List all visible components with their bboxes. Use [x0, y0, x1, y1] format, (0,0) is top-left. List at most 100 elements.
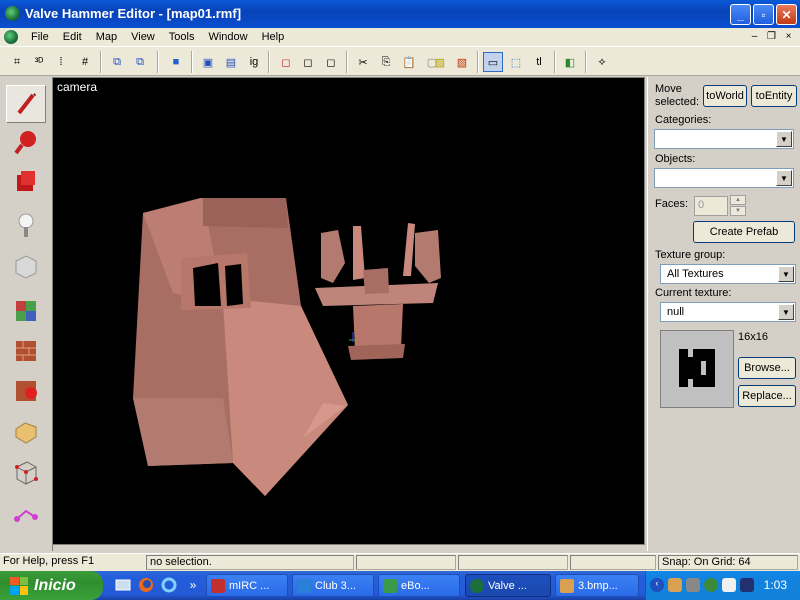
block-tool-icon[interactable] [6, 247, 46, 285]
magnify-tool-icon[interactable] [6, 123, 46, 161]
select-box-icon[interactable]: ▭ [483, 52, 503, 72]
hammer-icon [470, 578, 484, 593]
vertex-tool-icon[interactable] [6, 453, 46, 491]
path-tool-icon[interactable] [6, 495, 46, 533]
minimize-button[interactable]: _ [730, 4, 751, 25]
system-tray: ‹ 1:03 [645, 571, 800, 600]
tray-shield-icon[interactable] [740, 578, 754, 592]
clip-tool-icon[interactable] [6, 413, 46, 451]
document-icon[interactable] [4, 30, 18, 44]
task-label: eBo... [401, 579, 430, 592]
replace-button[interactable]: Replace... [738, 385, 796, 407]
tray-messenger-icon[interactable] [722, 578, 736, 592]
status-pane-5 [570, 555, 656, 570]
close-button[interactable]: ✕ [776, 4, 797, 25]
start-button[interactable]: Inicio [0, 571, 103, 600]
wire-cube-icon[interactable]: ◻ [298, 52, 318, 72]
taskbar: Inicio » mIRC ... Club 3... eBo... Valve… [0, 571, 800, 600]
faces-field[interactable]: 0 [694, 196, 728, 216]
maximize-button[interactable]: ▫ [753, 4, 774, 25]
camera-tool-icon[interactable] [6, 163, 46, 201]
task-club3[interactable]: Club 3... [292, 574, 374, 597]
mdi-minimize-button[interactable]: – [747, 29, 762, 43]
grid-plus-icon[interactable]: # [75, 52, 95, 72]
tray-app-icon[interactable] [668, 578, 682, 592]
entity-tool-icon[interactable] [6, 207, 46, 245]
grid-icon[interactable]: ⌗ [7, 52, 27, 72]
task-label: Valve ... [488, 579, 527, 592]
objects-select[interactable]: ▼ [654, 168, 794, 188]
3d-grid-icon[interactable]: ³ᴰ [29, 52, 49, 72]
hammer-app-icon[interactable] [5, 6, 20, 21]
task-bmp[interactable]: 3.bmp... [555, 574, 639, 597]
texture-lock-icon[interactable]: ▨ [430, 52, 450, 72]
current-texture-select[interactable]: null ▼ [660, 302, 796, 322]
app-icon [383, 578, 397, 593]
menu-edit[interactable]: Edit [56, 31, 89, 43]
spin-down-icon[interactable]: ▼ [730, 206, 746, 216]
menu-file[interactable]: File [24, 31, 56, 43]
sheep-icon[interactable]: ⟡ [592, 52, 612, 72]
texture-unlock-icon[interactable]: ▧ [452, 52, 472, 72]
menu-help[interactable]: Help [255, 31, 292, 43]
menu-view[interactable]: View [124, 31, 162, 43]
group-icon[interactable]: ⧉ [107, 52, 127, 72]
ig-icon[interactable]: ig [244, 52, 264, 72]
chevron-down-icon[interactable]: ▼ [778, 266, 794, 282]
null-texture-image [679, 349, 715, 387]
status-snap: Snap: On Grid: 64 [658, 555, 798, 570]
task-ebo[interactable]: eBo... [378, 574, 460, 597]
chevron-down-icon[interactable]: ▼ [776, 170, 792, 186]
chevron-down-icon[interactable]: ▼ [776, 131, 792, 147]
chevron-down-icon[interactable]: ▼ [778, 304, 794, 320]
internet-explorer-icon[interactable] [160, 576, 178, 594]
mdi-restore-button[interactable]: ❐ [764, 29, 779, 43]
tray-antivirus-icon[interactable] [704, 578, 718, 592]
red-cube-icon[interactable]: ◻ [276, 52, 296, 72]
decal-tool-icon[interactable] [6, 371, 46, 409]
status-bar: For Help, press F1 no selection. Snap: O… [0, 553, 800, 572]
clock[interactable]: 1:03 [764, 578, 787, 592]
carve-icon[interactable]: ◧ [560, 52, 580, 72]
camera-viewport[interactable]: camera [52, 77, 645, 545]
texture-group-select[interactable]: All Textures ▼ [660, 264, 796, 284]
task-valve-hammer[interactable]: Valve ... [465, 574, 551, 597]
wire-cube2-icon[interactable]: ◻ [321, 52, 341, 72]
object-panel: Move selected: toWorld toEntity Categori… [647, 77, 800, 551]
select-dashed-icon[interactable]: ⬚ [506, 52, 526, 72]
texture-tool-icon[interactable] [6, 291, 46, 329]
hide-icon[interactable]: ▣ [198, 52, 218, 72]
copy-icon[interactable]: ⎘ [376, 52, 396, 72]
firefox-icon[interactable] [137, 576, 155, 594]
task-label: Club 3... [315, 579, 356, 592]
menu-tools[interactable]: Tools [162, 31, 202, 43]
blue-cube-icon[interactable]: ■ [166, 52, 186, 72]
categories-select[interactable]: ▼ [654, 129, 794, 149]
to-world-button[interactable]: toWorld [703, 85, 747, 107]
task-label: 3.bmp... [578, 579, 618, 592]
3d-scene [133, 198, 441, 496]
menu-map[interactable]: Map [89, 31, 124, 43]
objects-label: Objects: [655, 153, 696, 165]
show-desktop-icon[interactable] [114, 576, 132, 594]
tray-expand-icon[interactable]: ‹ [650, 578, 664, 592]
task-mirc[interactable]: mIRC ... [206, 574, 288, 597]
mdi-close-button[interactable]: × [781, 29, 796, 43]
menu-window[interactable]: Window [201, 31, 254, 43]
dot-grid-icon[interactable]: ⁞ [51, 52, 71, 72]
cut-icon[interactable]: ✂ [353, 52, 373, 72]
create-prefab-button[interactable]: Create Prefab [693, 221, 795, 243]
paste-icon[interactable]: 📋 [399, 52, 419, 72]
tl-icon[interactable]: tl [529, 52, 549, 72]
ungroup-icon[interactable]: ⧉ [130, 52, 150, 72]
quicklaunch-more-icon[interactable]: » [184, 576, 202, 594]
selection-tool-icon[interactable] [6, 85, 46, 123]
to-entity-button[interactable]: toEntity [751, 85, 797, 107]
texture-group-value: All Textures [667, 268, 724, 280]
start-label: Inicio [34, 576, 76, 594]
spin-up-icon[interactable]: ▲ [730, 195, 746, 205]
unhide-icon[interactable]: ▤ [221, 52, 241, 72]
browse-button[interactable]: Browse... [738, 357, 796, 379]
apply-texture-tool-icon[interactable] [6, 331, 46, 369]
tray-network-icon[interactable] [686, 578, 700, 592]
